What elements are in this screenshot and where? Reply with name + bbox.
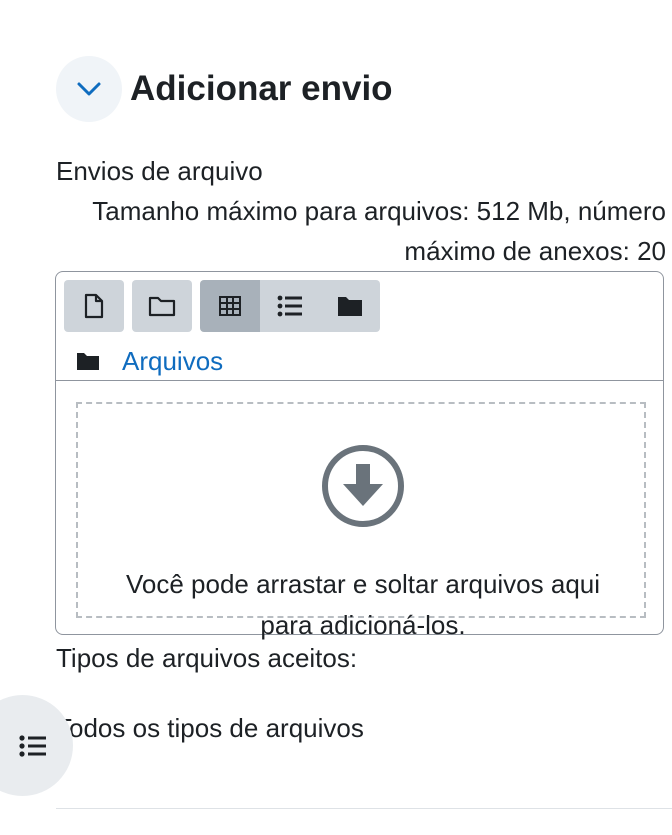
add-file-button[interactable] <box>64 280 124 332</box>
create-folder-icon <box>148 296 176 317</box>
section-header: Adicionar envio <box>56 56 393 122</box>
file-submissions-label: Envios de arquivo <box>56 156 263 186</box>
divider <box>56 808 672 809</box>
section-title: Adicionar envio <box>130 69 393 108</box>
chevron-down-icon <box>77 82 101 96</box>
dropzone-text-line2: para adicioná-los. <box>260 610 466 640</box>
create-folder-button[interactable] <box>132 280 192 332</box>
grid-view-icon <box>219 296 241 316</box>
download-arrow-icon <box>322 445 404 527</box>
max-size-info-line1: Tamanho máximo para arquivos: 512 Mb, nú… <box>92 196 666 226</box>
list-view-button[interactable] <box>260 280 320 332</box>
divider <box>56 380 663 381</box>
add-file-icon <box>84 293 104 319</box>
dropzone-text: Você pode arrastar e soltar arquivos aqu… <box>58 564 668 646</box>
folder-tree-view-icon <box>338 297 362 316</box>
file-dropzone[interactable]: Você pode arrastar e soltar arquivos aqu… <box>76 402 646 640</box>
dropzone-text-line1: Você pode arrastar e soltar arquivos aqu… <box>125 569 601 599</box>
collapse-toggle-button[interactable] <box>56 56 122 122</box>
accepted-types-label: Tipos de arquivos aceitos: <box>56 643 358 673</box>
grid-view-button[interactable] <box>200 280 260 332</box>
max-size-info-line2: máximo de anexos: 20 <box>404 236 666 266</box>
path-folder-link[interactable]: Arquivos <box>122 346 223 377</box>
file-manager: Arquivos Você pode arrastar e soltar arq… <box>55 271 664 640</box>
list-icon <box>19 734 46 757</box>
file-manager-path: Arquivos <box>76 344 223 378</box>
file-manager-toolbar <box>64 280 380 332</box>
tree-view-button[interactable] <box>320 280 380 332</box>
accepted-types-value: Todos os tipos de arquivos <box>56 713 364 743</box>
folder-icon <box>77 353 99 370</box>
list-view-icon <box>277 295 302 317</box>
